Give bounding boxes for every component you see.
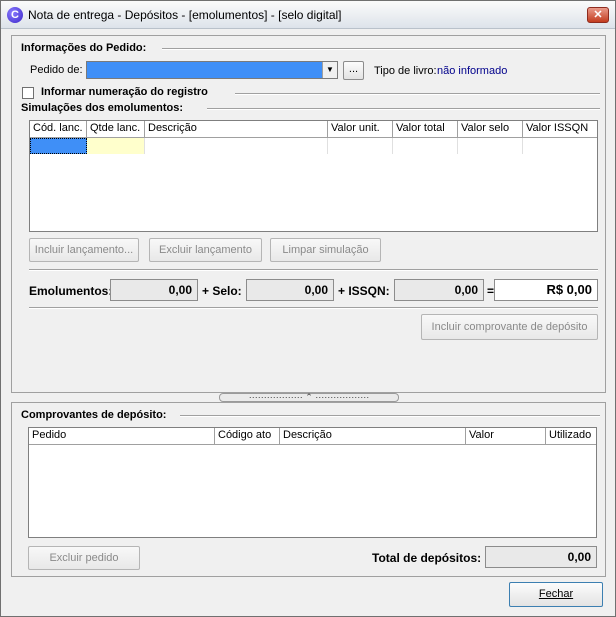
column-valor-total[interactable]: Valor total [393, 121, 458, 137]
comprovantes-grid[interactable]: Pedido Código ato Descrição Valor Utiliz… [28, 427, 597, 538]
informar-numeracao-checkbox[interactable] [22, 87, 34, 99]
tipo-livro-label: Tipo de livro: [374, 65, 437, 77]
selo-label: + Selo: [202, 284, 242, 298]
emolumentos-label: Emolumentos: [29, 284, 113, 298]
browse-pedido-button[interactable]: ... [343, 61, 364, 80]
chevron-down-icon[interactable]: ▼ [322, 62, 337, 78]
comprovantes-header: Pedido Código ato Descrição Valor Utiliz… [29, 428, 596, 445]
incluir-comprovante-button[interactable]: Incluir comprovante de depósito [421, 314, 598, 340]
tipo-livro-value: não informado [437, 65, 508, 77]
valor-selo-cell[interactable] [458, 138, 523, 154]
group-divider [207, 108, 600, 110]
simulacoes-group-title: Simulações dos emolumentos: [21, 102, 191, 114]
column-cod-lanc[interactable]: Cód. lanc. [30, 121, 87, 137]
column-valor[interactable]: Valor [466, 428, 546, 444]
valor-total-cell[interactable] [393, 138, 458, 154]
column-valor-issqn[interactable]: Valor ISSQN [523, 121, 597, 137]
excluir-lancamento-button[interactable]: Excluir lançamento [149, 238, 262, 262]
informar-numeracao-label[interactable]: Informar numeração do registro [41, 86, 208, 98]
fechar-button[interactable]: Fechar [509, 582, 603, 607]
valor-unit-cell[interactable] [328, 138, 393, 154]
column-valor-selo[interactable]: Valor selo [458, 121, 523, 137]
fechar-button-label: Fechar [538, 588, 574, 600]
total-depositos-label: Total de depósitos: [372, 551, 482, 565]
app-logo-icon: C [7, 7, 23, 23]
column-qtde-lanc[interactable]: Qtde lanc. [87, 121, 145, 137]
column-codigo-ato[interactable]: Código ato [215, 428, 280, 444]
bottom-panel: Comprovantes de depósito: Pedido Código … [11, 402, 606, 577]
comprovantes-group-title: Comprovantes de depósito: [21, 409, 175, 421]
column-utilizado[interactable]: Utilizado [546, 428, 596, 444]
qtde-lanc-cell[interactable] [87, 138, 145, 154]
column-valor-unit[interactable]: Valor unit. [328, 121, 393, 137]
total-emolumentos-value: R$ 0,00 [494, 279, 598, 301]
pedido-label: Pedido de: [30, 64, 83, 76]
panel-splitter[interactable]: ⋯⋯⋯⋯⋯⋯ ⌃ ⋯⋯⋯⋯⋯⋯ [219, 393, 399, 402]
table-row[interactable] [30, 138, 597, 155]
pedido-info-group-title: Informações do Pedido: [21, 42, 155, 54]
column-descricao[interactable]: Descrição [280, 428, 466, 444]
top-panel: Informações do Pedido: Pedido de: ▼ ... … [11, 35, 606, 393]
equals-label: = [487, 284, 495, 298]
group-divider [162, 48, 600, 50]
simulacoes-grid[interactable]: Cód. lanc. Qtde lanc. Descrição Valor un… [29, 120, 598, 232]
divider [29, 269, 598, 271]
window-title: Nota de entrega - Depósitos - [emolument… [28, 8, 342, 22]
valor-issqn-cell[interactable] [523, 138, 597, 154]
emolumentos-value: 0,00 [110, 279, 198, 301]
group-divider [235, 93, 600, 95]
total-depositos-value: 0,00 [485, 546, 597, 568]
group-divider [180, 415, 600, 417]
limpar-simulacao-button[interactable]: Limpar simulação [270, 238, 381, 262]
pedido-select[interactable]: ▼ [86, 61, 338, 79]
cod-lanc-cell[interactable] [30, 138, 87, 154]
close-window-button[interactable]: ✕ [587, 7, 609, 23]
divider [29, 307, 598, 309]
selo-value: 0,00 [246, 279, 334, 301]
excluir-pedido-button[interactable]: Excluir pedido [28, 546, 140, 570]
issqn-label: + ISSQN: [338, 284, 390, 298]
column-pedido[interactable]: Pedido [29, 428, 215, 444]
main-window: C Nota de entrega - Depósitos - [emolume… [0, 0, 616, 617]
incluir-lancamento-button[interactable]: Incluir lançamento... [29, 238, 139, 262]
issqn-value: 0,00 [394, 279, 484, 301]
descricao-cell[interactable] [145, 138, 328, 154]
simulacoes-header: Cód. lanc. Qtde lanc. Descrição Valor un… [30, 121, 597, 138]
column-descricao[interactable]: Descrição [145, 121, 328, 137]
title-bar[interactable]: C Nota de entrega - Depósitos - [emolume… [1, 1, 615, 29]
